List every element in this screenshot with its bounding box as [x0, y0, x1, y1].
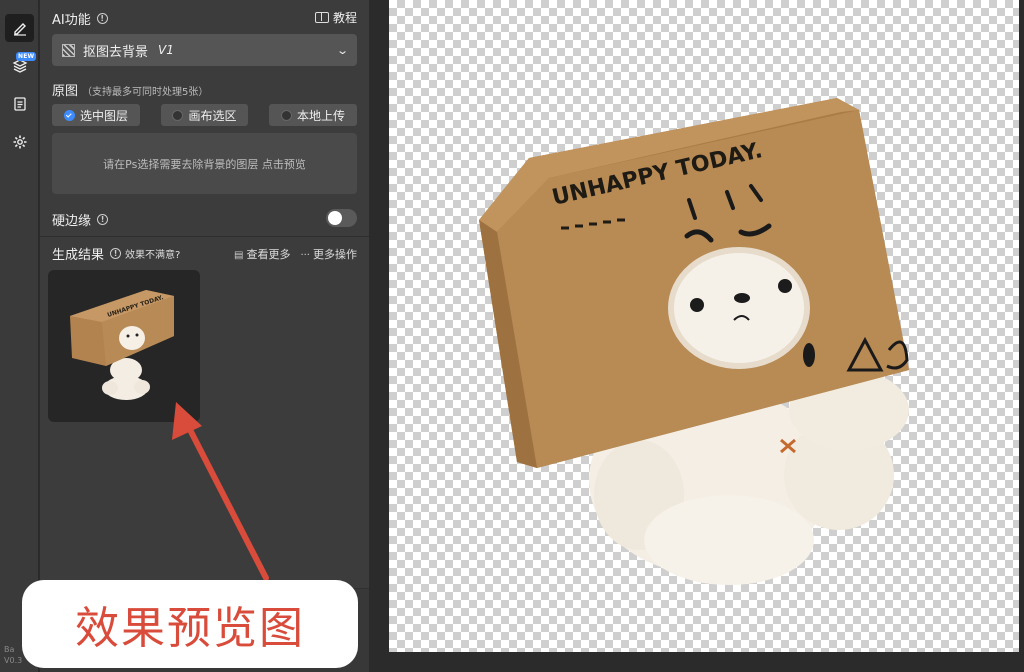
cutout-icon	[62, 43, 75, 57]
more-actions-button[interactable]: ··· 更多操作	[300, 246, 357, 262]
toolbar-footer-line1: Ba	[4, 645, 15, 654]
annotation-callout: 效果预览图	[22, 580, 358, 668]
info-icon[interactable]: !	[110, 248, 122, 259]
dropzone-text: 请在Ps选择需要去除背景的图层 点击预览	[103, 157, 306, 171]
feature-select[interactable]: 抠图去背景 V1 ⌄	[52, 34, 357, 66]
radio-checked-icon	[63, 109, 75, 121]
view-more-button[interactable]: ▤ 查看更多	[234, 246, 290, 262]
hard-edge-label: 硬边缘	[52, 214, 92, 229]
feature-version: V1	[158, 43, 174, 57]
source-title: 原图 （支持最多可同时处理5张）	[52, 80, 208, 99]
toolbar-footer: Ba V0.3	[4, 644, 22, 666]
divider	[40, 236, 369, 237]
hard-edge-toggle[interactable]	[326, 209, 357, 227]
more-actions-label: 更多操作	[313, 248, 357, 261]
feature-select-value: 抠图去背景	[83, 44, 149, 60]
new-badge: NEW	[16, 52, 37, 61]
result-thumbnail[interactable]: UNHAPPY TODAY.	[48, 270, 200, 422]
book-icon	[314, 12, 329, 23]
source-title-text: 原图	[52, 84, 79, 99]
gear-icon	[13, 135, 26, 149]
pencil-icon	[13, 23, 26, 36]
results-header: 生成结果 ! 效果不满意?	[52, 244, 180, 263]
results-actions: ▤ 查看更多 ··· 更多操作	[234, 246, 357, 262]
radio-icon	[172, 109, 184, 121]
source-option-label: 画布选区	[188, 108, 237, 123]
source-hint: （支持最多可同时处理5张）	[82, 87, 209, 98]
annotation-text: 效果预览图	[75, 603, 305, 654]
info-icon[interactable]: !	[97, 214, 109, 225]
edit-tool-button[interactable]	[5, 14, 34, 42]
unsatisfied-link[interactable]: 效果不满意?	[125, 246, 180, 261]
radio-icon	[280, 109, 292, 121]
results-title: 生成结果	[52, 248, 105, 263]
toolbar-footer-line2: V0.3	[4, 656, 23, 665]
info-icon[interactable]: !	[96, 13, 108, 24]
ellipsis-icon: ···	[300, 250, 310, 261]
clipboard-tool-button[interactable]	[5, 90, 34, 118]
view-more-label: 查看更多	[246, 248, 291, 261]
panel-title: AI功能	[52, 13, 91, 28]
preview-canvas[interactable]: UNHAPPY TODAY.	[389, 0, 1019, 652]
hard-edge-row: 硬边缘 !	[52, 210, 109, 229]
clipboard-icon	[13, 97, 26, 111]
panel-header: AI功能 !	[52, 9, 357, 28]
source-option-label: 本地上传	[296, 108, 345, 123]
settings-tool-button[interactable]	[5, 128, 34, 156]
left-toolbar: NEW Ba V0.3	[0, 0, 39, 672]
result-thumbnail-image: UNHAPPY TODAY.	[70, 290, 174, 400]
chevron-down-icon: ⌄	[335, 43, 349, 57]
tutorial-link[interactable]: 教程	[314, 9, 357, 26]
ai-panel: AI功能 ! 教程 抠图去背景 V1 ⌄ 原图 （支持最多可同时处理5张） 选中图…	[40, 0, 369, 672]
product-image: UNHAPPY TODAY.	[479, 98, 909, 585]
source-option-local-upload[interactable]: 本地上传	[269, 104, 357, 126]
source-option-label: 选中图层	[79, 108, 128, 123]
source-dropzone[interactable]: 请在Ps选择需要去除背景的图层 点击预览	[52, 133, 357, 194]
tutorial-label: 教程	[332, 11, 357, 25]
document-icon: ▤	[234, 250, 244, 261]
source-option-canvas-selection[interactable]: 画布选区	[161, 104, 248, 126]
source-option-selected-layer[interactable]: 选中图层	[52, 104, 140, 126]
